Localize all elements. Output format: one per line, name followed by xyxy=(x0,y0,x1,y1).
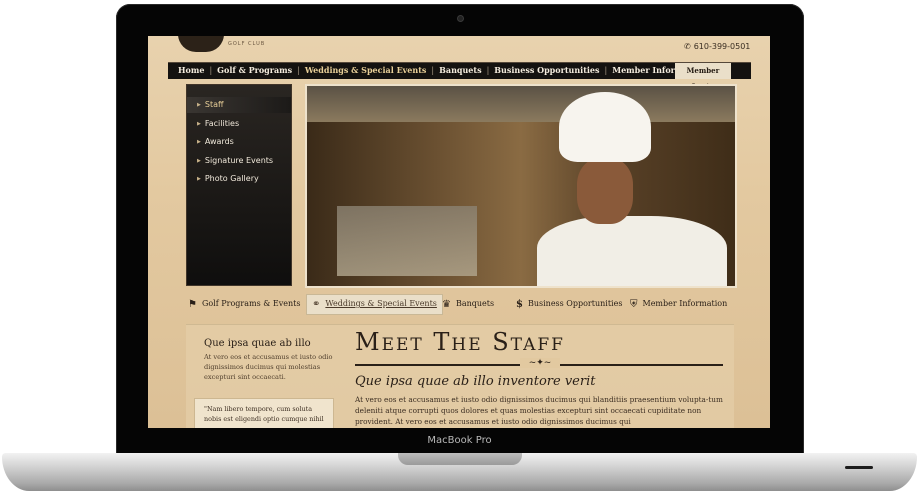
camera-icon xyxy=(457,15,464,22)
arrow-icon: ▶ xyxy=(197,102,201,108)
category-member[interactable]: ⛨ Member Information xyxy=(630,299,727,310)
nav-golf[interactable]: Golf & Programs xyxy=(217,65,292,75)
hero-image xyxy=(305,84,737,288)
rings-icon: ⚭ xyxy=(312,299,321,310)
kitchen-counter xyxy=(337,206,477,276)
category-label: Member Information xyxy=(642,299,728,308)
sleep-light xyxy=(845,466,873,469)
arrow-icon: ▶ xyxy=(197,176,201,182)
device-brand-label: MacBook Pro xyxy=(427,435,492,446)
nav-banquets[interactable]: Banquets xyxy=(439,65,481,75)
sidebar-text: At vero eos et accusamus et iusto odio d… xyxy=(204,353,333,381)
banquet-icon: ♛ xyxy=(442,299,451,310)
page-title: Meet The Staff xyxy=(355,328,565,356)
chef-face xyxy=(577,158,633,224)
sidebar-menu: ▶ Staff ▶ Facilities ▶ Awards ▶ Signature Ev… xyxy=(186,84,292,286)
sidebar-item-staff[interactable]: ▶ Staff xyxy=(197,100,224,109)
sidebar-item-awards[interactable]: ▶ Awards xyxy=(197,137,234,146)
ornament-icon: ~✦~ xyxy=(520,358,560,368)
dollar-icon: $ xyxy=(516,299,523,310)
category-bar: ⚑ Golf Programs & Events ⚭ Weddings & Spec… xyxy=(186,294,746,316)
content-body: At vero eos et accusamus et iusto odio d… xyxy=(355,395,723,426)
nav-weddings[interactable]: Weddings & Special Events xyxy=(305,65,427,75)
sidebar-label: Signature Events xyxy=(204,156,274,165)
phone-text: 610-399-0501 xyxy=(693,42,751,51)
sidebar-item-signature-events[interactable]: ▶ Signature Events xyxy=(197,156,273,165)
arrow-icon: ▶ xyxy=(197,158,201,164)
category-label: Business Opportunities xyxy=(527,299,623,308)
category-weddings[interactable]: ⚭ Weddings & Special Events xyxy=(306,294,443,315)
chef-hat xyxy=(559,92,651,162)
sidebar-label: Photo Gallery xyxy=(204,174,259,183)
golf-flag-icon: ⚑ xyxy=(188,299,197,310)
category-business[interactable]: $ Business Opportunities xyxy=(516,299,622,310)
shield-icon: ⛨ xyxy=(630,299,638,310)
nav-home[interactable]: Home xyxy=(178,65,204,75)
content-subheading: Que ipsa quae ab illo inventore verit xyxy=(355,374,596,389)
chef-coat xyxy=(537,216,727,286)
club-logo[interactable] xyxy=(178,36,224,52)
kitchen-hood xyxy=(307,86,735,122)
website-screen: GOLF CLUB ✆ 610-399-0501 Home | Golf & Prog… xyxy=(148,36,770,428)
phone-number: ✆ 610-399-0501 xyxy=(684,42,750,51)
member-login-button[interactable]: Member Login xyxy=(675,63,731,91)
sidebar-heading: Que ipsa quae ab illo xyxy=(204,338,311,349)
sidebar-label: Awards xyxy=(204,137,234,146)
category-golf[interactable]: ⚑ Golf Programs & Events xyxy=(188,299,300,310)
sidebar-label: Staff xyxy=(204,100,224,109)
testimonial-text: "Nam libero tempore, cum soluta nobis es… xyxy=(204,405,324,423)
main-nav: Home | Golf & Programs | Weddings & Special … xyxy=(168,62,751,91)
sidebar-item-facilities[interactable]: ▶ Facilities xyxy=(197,119,239,128)
arrow-icon: ▶ xyxy=(197,139,201,145)
logo-subtitle: GOLF CLUB xyxy=(228,41,266,47)
arrow-icon: ▶ xyxy=(197,121,201,127)
laptop-notch xyxy=(398,453,522,465)
nav-business[interactable]: Business Opportunities xyxy=(494,65,599,75)
category-label: Banquets xyxy=(455,299,495,308)
category-label: Weddings & Special Events xyxy=(325,299,437,308)
nav-items: Home | Golf & Programs | Weddings & Special … xyxy=(178,65,707,75)
sidebar-item-photo-gallery[interactable]: ▶ Photo Gallery xyxy=(197,174,259,183)
category-banquets[interactable]: ♛ Banquets xyxy=(442,299,494,310)
phone-icon: ✆ xyxy=(684,42,691,51)
sidebar-label: Facilities xyxy=(204,119,240,128)
category-label: Golf Programs & Events xyxy=(201,299,301,308)
